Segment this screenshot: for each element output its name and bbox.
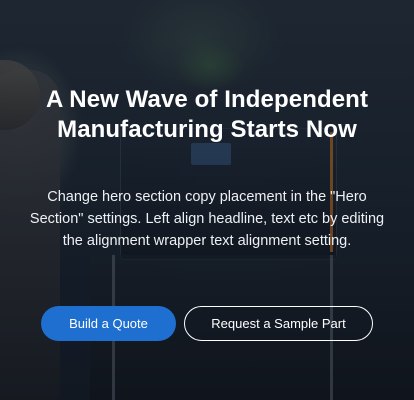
hero-body-text: Change hero section copy placement in th…	[29, 189, 385, 249]
hero-headline: A New Wave of Independent Manufacturing …	[45, 86, 369, 143]
request-sample-part-button[interactable]: Request a Sample Part	[184, 306, 373, 341]
hero-section: A New Wave of Independent Manufacturing …	[0, 0, 414, 400]
build-quote-button[interactable]: Build a Quote	[41, 306, 176, 341]
hero-content: A New Wave of Independent Manufacturing …	[0, 0, 414, 400]
